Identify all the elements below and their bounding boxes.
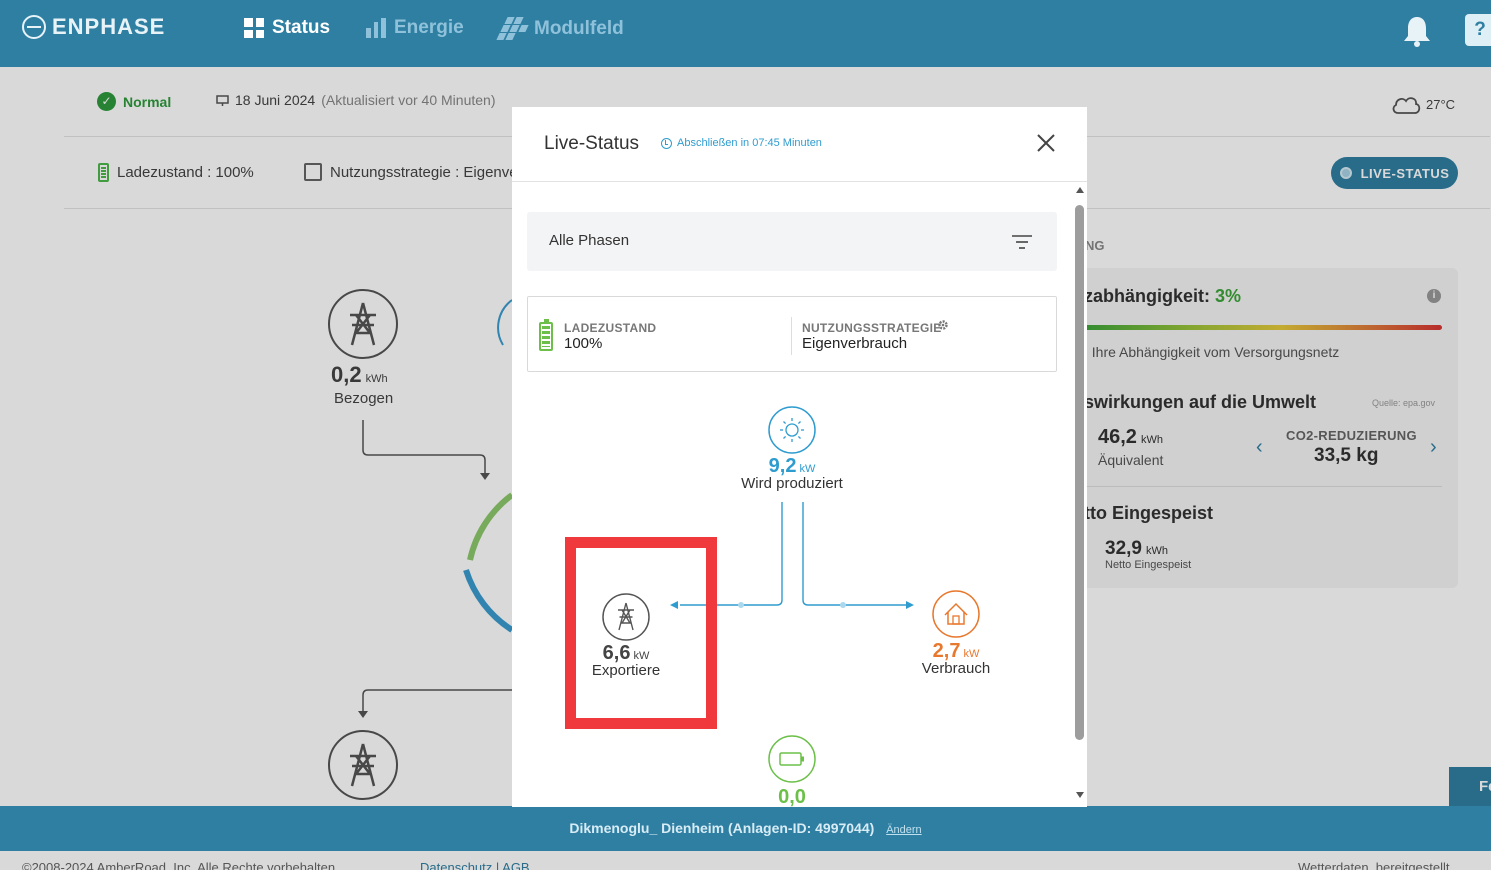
live-status-modal: Live-Status Abschließen in 07:45 Minuten…	[512, 107, 1087, 807]
battery-value: 0,0	[778, 786, 806, 807]
produced-label: Wird produziert	[741, 475, 843, 492]
scroll-down-icon[interactable]	[1076, 792, 1084, 798]
scroll-up-icon[interactable]	[1076, 187, 1084, 193]
export-highlight-box	[565, 537, 717, 729]
house-icon	[932, 590, 980, 638]
site-name: Dikmenoglu_ Dienheim (Anlagen-ID: 499704…	[569, 820, 875, 836]
battery-node-icon	[768, 735, 816, 783]
site-footer-bar: Dikmenoglu_ Dienheim (Anlagen-ID: 499704…	[0, 806, 1491, 851]
modal-backdrop-bottom[interactable]	[0, 851, 1491, 870]
consumption-label: Verbrauch	[921, 660, 991, 677]
modal-scrollbar[interactable]	[1073, 187, 1087, 807]
change-site-link[interactable]: Ändern	[886, 824, 921, 836]
scroll-thumb[interactable]	[1075, 205, 1084, 740]
sun-icon	[768, 406, 816, 454]
